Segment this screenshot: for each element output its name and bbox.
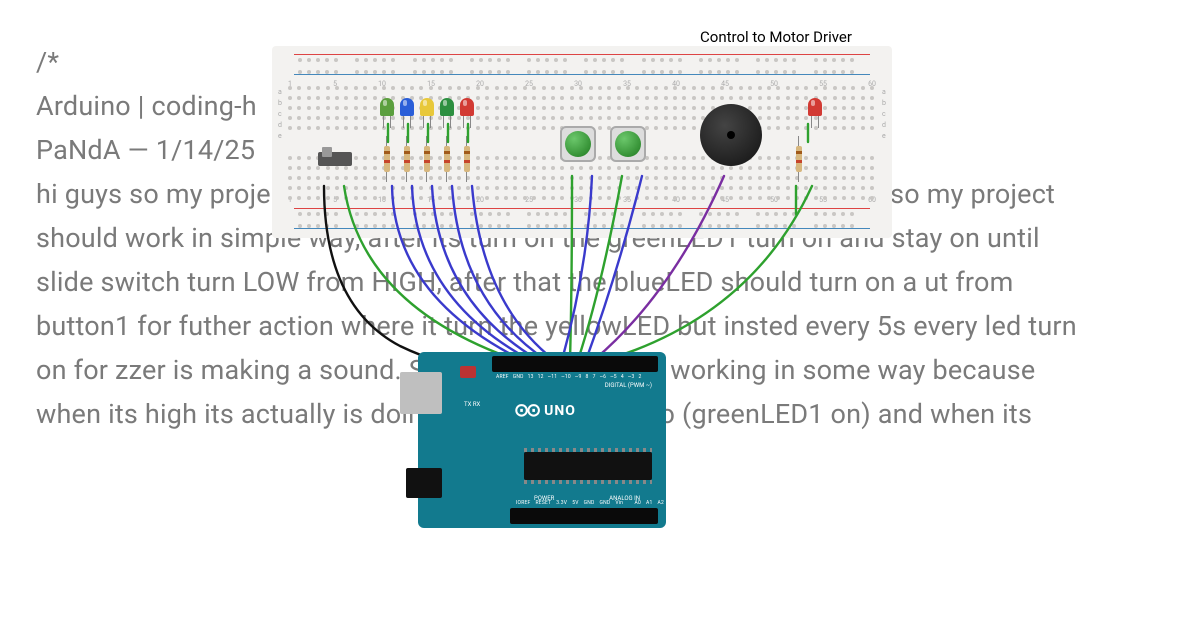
digital-header (492, 356, 658, 372)
txrx-leds-label: TX RX (464, 400, 480, 410)
breadboard-row-labels-right: abcde (882, 88, 886, 140)
breadboard-row-labels-left: abcde (278, 88, 282, 140)
digital-pin-labels: AREFGND1312~11~10~987~6~54~32 (496, 374, 641, 380)
usb-port-icon (400, 372, 442, 414)
led-red1 (460, 98, 474, 116)
resistor-4 (444, 146, 450, 172)
slide-switch[interactable] (318, 152, 352, 166)
arduino-uno: ⊙⊙ UNO TX RX DIGITAL (PWM ~) AREFGND1312… (418, 352, 666, 528)
resistor-6 (796, 146, 802, 172)
circuit-diagram: 151015202530354045505560 151015202530354… (272, 46, 892, 556)
power-analog-pin-labels: IOREFRESET3.3V5VGNDGNDVin A0A1A2A3A4A5 (516, 500, 698, 506)
digital-pwm-label: DIGITAL (PWM ~) (605, 382, 652, 389)
buzzer (700, 104, 762, 166)
resistor-2 (404, 146, 410, 172)
push-button-2[interactable] (610, 126, 646, 162)
resistor-5 (464, 146, 470, 172)
led-green1 (380, 98, 394, 116)
resistor-3 (424, 146, 430, 172)
power-jack-icon (406, 468, 442, 498)
atmega-chip-icon (524, 452, 652, 480)
reset-button[interactable] (460, 366, 476, 378)
infinity-logo-icon: ⊙⊙ (514, 400, 538, 421)
power-analog-header (510, 508, 658, 524)
led-motor-red (808, 98, 822, 116)
breadboard-bottom-rail (288, 206, 876, 232)
led-blue (400, 98, 414, 116)
breadboard-top-rail (288, 52, 876, 78)
arduino-brand: ⊙⊙ UNO (514, 400, 576, 421)
motor-driver-label: Control to Motor Driver (700, 28, 852, 46)
led-green2 (440, 98, 454, 116)
resistor-1 (384, 146, 390, 172)
led-yellow (420, 98, 434, 116)
board-name: UNO (544, 403, 576, 419)
push-button-1[interactable] (560, 126, 596, 162)
